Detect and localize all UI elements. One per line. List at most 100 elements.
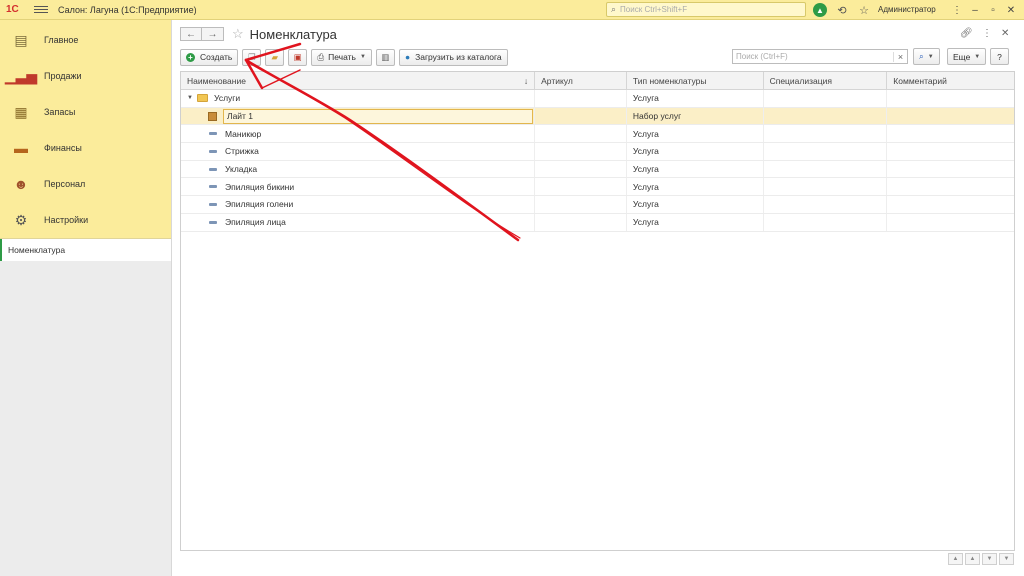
table-row[interactable]: Укладка Услуга [181,160,1014,179]
cell-name: Стрижка [181,143,536,160]
table-row[interactable]: ▼ Услуги Услуга [181,90,1014,108]
column-header-type[interactable]: Тип номенклатуры [627,72,764,90]
section-main[interactable]: ▤ Главное [0,22,171,58]
page-title: Номенклатура [249,26,337,42]
table-row[interactable]: Эпиляция голени Услуга [181,196,1014,214]
item-icon [209,167,217,171]
cell-name: Маникюр [181,125,536,143]
form-close-icon[interactable]: ✕ [1001,28,1009,39]
cell-specialization [764,196,888,213]
printer-icon: ⎙ [317,51,325,62]
globe-icon: ● [404,52,411,62]
plus-icon: + [186,52,195,62]
scroll-bottom-icon[interactable]: ▼ [999,553,1014,565]
cell-type: Услуга [627,90,764,107]
cell-specialization [764,178,888,196]
column-header-name[interactable]: Наименование ↓ [181,72,536,90]
tree-collapse-icon[interactable]: ▼ [187,95,197,101]
cell-specialization [764,90,888,107]
form-more-icon[interactable]: ⋮ [982,28,992,39]
load-from-catalog-button[interactable]: ● Загрузить из каталога [398,48,508,66]
create-button[interactable]: + Создать [180,48,239,66]
open-windows-list: Номенклатура [0,238,171,261]
list-search-placeholder: Поиск (Ctrl+F) [736,52,788,61]
create-label: Создать [200,52,233,62]
column-header-article[interactable]: Артикул [535,72,627,90]
column-header-specialization[interactable]: Специализация [764,72,888,90]
user-name[interactable]: Администратор [878,5,936,14]
form-area: ← → ☆ Номенклатура 🔗︎ ⋮ ✕ + Создать ❐ ▰ … [173,20,1024,576]
sort-arrow-icon: ↓ [523,76,529,86]
cell-article [535,125,627,143]
section-finance[interactable]: ▬ Финансы [0,130,171,166]
section-settings[interactable]: ⚙ Настройки [0,202,171,238]
service-set-icon [208,111,217,121]
open-window-nomenclature[interactable]: Номенклатура [0,239,171,261]
minimize-icon[interactable]: – [968,3,982,17]
back-arrow-icon[interactable]: ← [180,27,202,41]
maximize-icon[interactable]: ▫ [986,3,1000,17]
toolbar: + Создать ❐ ▰ ▣ ⎙ Печать ▼ ▥ ● Загрузить… [180,48,512,66]
history-icon[interactable]: ⟲ [835,3,849,17]
section-label: Персонал [44,179,86,189]
list-search-input[interactable]: Поиск (Ctrl+F) × [732,49,908,64]
scroll-up-icon[interactable]: ▲ [965,553,980,565]
row-name: Услуги [214,93,241,104]
menu-icon[interactable] [34,6,48,13]
section-staff[interactable]: ☻ Персонал [0,166,171,202]
delete-mark-icon: ▣ [293,51,302,62]
forward-arrow-icon[interactable]: → [202,27,224,41]
search-icon: ⌕ [611,4,617,14]
search-button[interactable]: ⌕ ▼ [913,48,940,65]
row-name: Эпиляция бикини [225,181,295,192]
favorite-star-icon[interactable]: ☆ [232,26,244,42]
row-name: Лайт 1 [223,108,533,124]
section-stock[interactable]: ▦ Запасы [0,94,171,130]
cell-type: Услуга [627,213,764,231]
cell-type: Услуга [627,196,764,213]
cell-comment [887,125,1014,142]
table-row-selected[interactable]: Лайт 1 Набор услуг [181,107,1014,126]
wallet-icon: ▬ [14,140,28,156]
more-icon[interactable]: ⋮ [950,3,964,17]
chevron-down-icon: ▼ [927,53,934,60]
table-row[interactable]: Эпиляция бикини Услуга [181,178,1014,197]
column-header-comment[interactable]: Комментарий [887,72,1014,90]
cell-comment [887,143,1014,160]
nomenclature-table: Наименование ↓ Артикул Тип номенклатуры … [180,71,1015,551]
cell-type: Услуга [627,160,764,178]
row-name: Укладка [225,164,258,175]
row-name: Стрижка [225,146,259,157]
table-row[interactable]: Эпиляция лица Услуга [181,213,1014,232]
cell-article [535,213,627,231]
cell-comment [887,196,1014,213]
table-row[interactable]: Маникюр Услуга [181,125,1014,144]
link-icon[interactable]: 🔗︎ [960,28,973,39]
section-sales[interactable]: ▁▃▅ Продажи [0,58,171,94]
cell-name: Укладка [181,160,536,178]
more-button[interactable]: Еще ▼ [947,48,987,65]
section-label: Настройки [44,215,89,225]
list-scroll-controls: ▲ ▲ ▼ ▼ [948,553,1014,565]
print-label: Печать [328,52,356,62]
delete-mark-button[interactable]: ▣ [288,48,308,66]
favorites-icon[interactable]: ☆ [857,3,871,17]
cell-article [535,196,627,213]
scroll-down-icon[interactable]: ▼ [982,553,997,565]
scroll-top-icon[interactable]: ▲ [948,553,963,565]
create-group-button[interactable]: ▰ [265,48,285,66]
help-button[interactable]: ? [990,48,1009,65]
print-button[interactable]: ⎙ Печать ▼ [311,48,372,66]
copy-button[interactable]: ❐ [242,48,262,66]
item-icon [209,185,217,189]
search-icon: ⌕ [919,51,924,61]
close-window-icon[interactable]: ✕ [1004,3,1018,17]
notifications-icon[interactable]: ▲ [813,3,827,17]
global-search-input[interactable]: ⌕ Поиск Ctrl+Shift+F [606,2,806,17]
table-row[interactable]: Стрижка Услуга [181,143,1014,161]
sales-chart-icon: ▁▃▅ [4,67,38,84]
app-title: Салон: Лагуна (1С:Предприятие) [58,4,197,15]
barcode-button[interactable]: ▥ [375,48,395,66]
clear-icon[interactable]: × [893,51,907,62]
cell-name: Эпиляция бикини [181,178,536,196]
